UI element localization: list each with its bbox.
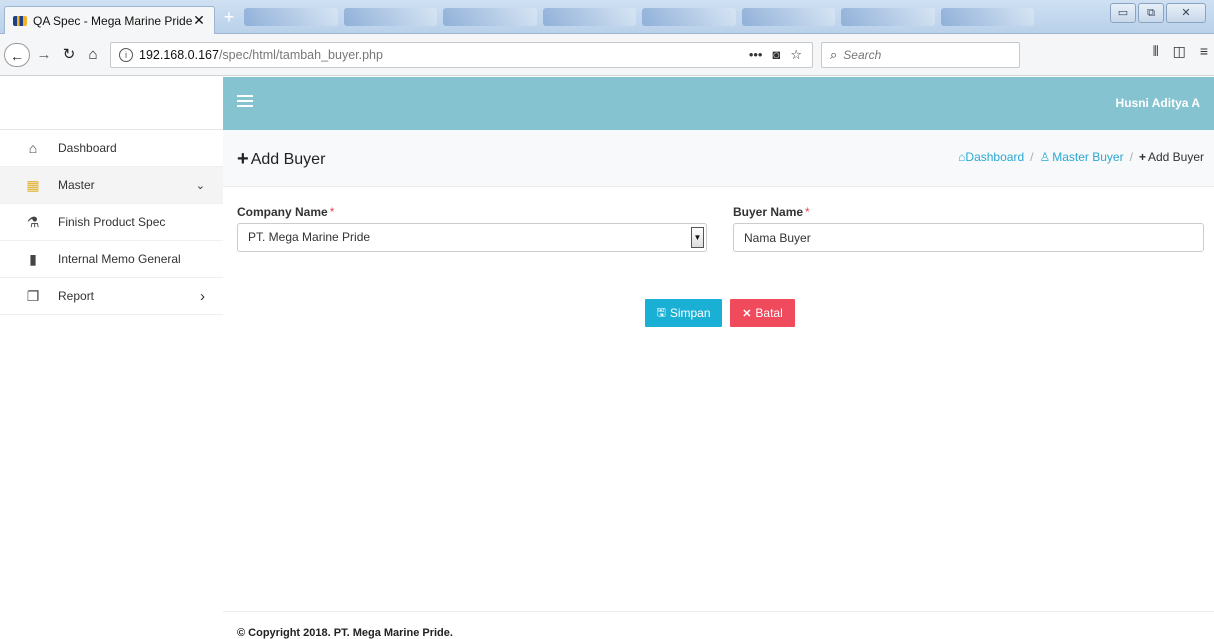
- forward-arrow-icon[interactable]: →: [34, 43, 54, 67]
- breadcrumb: ⌂ Dashboard / ♙ Master Buyer / + Add Buy…: [958, 150, 1204, 164]
- floppy-disk-icon: 🖫: [656, 306, 666, 319]
- minimize-icon[interactable]: ▭: [1110, 3, 1136, 23]
- copy-file-icon: ❐: [26, 287, 40, 304]
- sidebar-item-label: Internal Memo General: [58, 252, 181, 266]
- new-tab-button[interactable]: +: [220, 8, 238, 26]
- breadcrumb-user-icon[interactable]: ♙: [1039, 150, 1050, 164]
- url-actions: ••• ◙ ☆: [749, 47, 812, 63]
- required-mark: *: [805, 205, 810, 219]
- reload-icon[interactable]: ↻: [58, 43, 80, 67]
- library-icon[interactable]: ⫴: [1153, 43, 1159, 60]
- close-icon: ✕: [742, 307, 752, 320]
- url-bar[interactable]: i 192.168.0.167/spec/html/tambah_buyer.p…: [110, 42, 813, 68]
- background-tab[interactable]: [343, 8, 437, 26]
- home-icon: ⌂: [28, 140, 38, 156]
- copyright-text: © Copyright 2018. PT. Mega Marine Pride.: [237, 627, 453, 639]
- url-path: /spec/html/tambah_buyer.php: [218, 48, 383, 62]
- search-placeholder: Search: [843, 48, 882, 62]
- browser-navbar: ← → ↻ ⌂ i 192.168.0.167/spec/html/tambah…: [0, 34, 1214, 76]
- footer: © Copyright 2018. PT. Mega Marine Pride.: [223, 611, 1214, 639]
- page-title-text: Add Buyer: [250, 150, 326, 168]
- sidebar-item-label: Dashboard: [58, 141, 117, 155]
- file-icon: ▮: [29, 250, 37, 267]
- back-arrow-icon[interactable]: ←: [4, 43, 30, 67]
- buyer-name-label: Buyer Name *: [733, 205, 810, 219]
- sidebar-item-report[interactable]: ❐ Report ›: [0, 278, 223, 315]
- company-name-select[interactable]: PT. Mega Marine Pride ▼: [237, 223, 707, 252]
- pocket-icon[interactable]: ◙: [772, 47, 780, 63]
- cancel-button-label: Batal: [755, 306, 783, 320]
- company-name-label-text: Company Name: [237, 205, 328, 219]
- chevron-right-icon: ›: [200, 287, 205, 305]
- page-title: + Add Buyer: [237, 148, 325, 171]
- grid-icon: ▦: [26, 176, 40, 193]
- user-name[interactable]: Husni Aditya A: [1116, 96, 1200, 110]
- sidebar: ⌂ Dashboard ▦ Master ⌄ ⚗ Finish Product …: [0, 130, 223, 639]
- bookmark-star-icon[interactable]: ☆: [790, 47, 802, 63]
- dropdown-arrow-icon[interactable]: ▼: [691, 227, 704, 248]
- breadcrumb-current: Add Buyer: [1147, 150, 1204, 164]
- cancel-button[interactable]: ✕ Batal: [730, 299, 795, 327]
- browser-home-icon[interactable]: ⌂: [82, 43, 104, 67]
- background-tab[interactable]: [443, 8, 537, 26]
- window-close-icon[interactable]: ✕: [1166, 3, 1206, 23]
- search-icon: ⌕: [830, 47, 838, 62]
- menu-icon[interactable]: ≡: [1200, 43, 1208, 60]
- sidebar-item-internal-memo-general[interactable]: ▮ Internal Memo General: [0, 241, 223, 278]
- buyer-name-input[interactable]: [733, 223, 1204, 252]
- browser-tab-strip: QA Spec - Mega Marine Pride ✕ + ▭ ⧉ ✕: [0, 0, 1214, 34]
- sidebar-item-dashboard[interactable]: ⌂ Dashboard: [0, 130, 223, 167]
- app-header: Husni Aditya A: [223, 77, 1214, 130]
- browser-search-bar[interactable]: ⌕ Search: [821, 42, 1020, 68]
- site-info-icon[interactable]: i: [119, 48, 133, 62]
- background-tab[interactable]: [642, 8, 736, 26]
- background-tab[interactable]: [940, 8, 1034, 26]
- tab-close-icon[interactable]: ✕: [192, 12, 206, 29]
- sidebar-item-label: Report: [58, 289, 95, 303]
- breadcrumb-separator: /: [1030, 150, 1034, 164]
- sidebar-item-master[interactable]: ▦ Master ⌄: [0, 167, 223, 204]
- breadcrumb-dashboard-link[interactable]: Dashboard: [965, 150, 1024, 164]
- save-button-label: Simpan: [669, 306, 711, 320]
- background-tabs: [244, 8, 1034, 28]
- background-tab[interactable]: [741, 8, 835, 26]
- sidebar-toggle-icon[interactable]: ◫: [1173, 43, 1186, 60]
- restore-icon[interactable]: ⧉: [1138, 3, 1164, 23]
- site-favicon-icon: [13, 15, 27, 26]
- browser-tab-active[interactable]: QA Spec - Mega Marine Pride ✕: [4, 6, 215, 34]
- sidebar-item-label: Master: [58, 178, 95, 192]
- required-mark: *: [329, 205, 335, 219]
- save-button[interactable]: 🖫 Simpan: [645, 299, 722, 327]
- company-name-selected: PT. Mega Marine Pride: [248, 230, 371, 244]
- plus-icon: +: [237, 148, 249, 170]
- add-buyer-form: Company Name * PT. Mega Marine Pride ▼ Bu…: [223, 187, 1214, 611]
- sidebar-logo-area: [0, 77, 223, 130]
- background-tab[interactable]: [841, 8, 935, 26]
- page-actions-icon[interactable]: •••: [749, 47, 763, 63]
- page-header: + Add Buyer ⌂ Dashboard / ♙ Master Buyer…: [223, 130, 1214, 187]
- url-host: 192.168.0.167: [139, 48, 219, 62]
- chevron-down-icon: ⌄: [195, 179, 205, 192]
- company-name-label: Company Name *: [237, 205, 334, 219]
- window-controls: ▭ ⧉ ✕: [1110, 3, 1206, 23]
- sidebar-item-label: Finish Product Spec: [58, 215, 166, 229]
- background-tab[interactable]: [244, 8, 338, 26]
- breadcrumb-separator: /: [1129, 150, 1133, 164]
- browser-tab-title: QA Spec - Mega Marine Pride: [33, 13, 192, 28]
- breadcrumb-home-icon[interactable]: ⌂: [958, 150, 965, 164]
- flask-icon: ⚗: [26, 213, 40, 230]
- breadcrumb-plus-icon: +: [1138, 150, 1146, 164]
- sidebar-toggle-hamburger-icon[interactable]: [237, 95, 253, 109]
- background-tab[interactable]: [542, 8, 636, 26]
- toolbar-right: ⫴ ◫ ≡: [1153, 43, 1208, 60]
- breadcrumb-master-buyer-link[interactable]: Master Buyer: [1052, 150, 1123, 164]
- buyer-name-label-text: Buyer Name: [733, 205, 804, 219]
- sidebar-item-finish-product-spec[interactable]: ⚗ Finish Product Spec: [0, 204, 223, 241]
